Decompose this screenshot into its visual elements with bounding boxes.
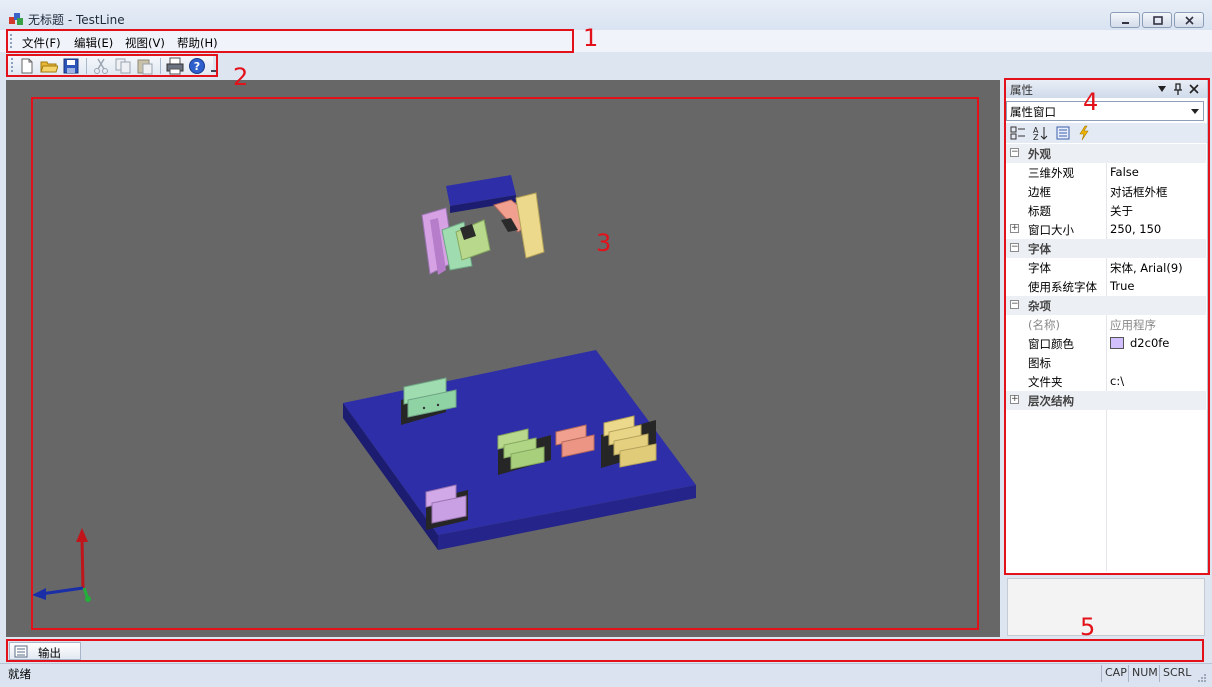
annotation-box-viewport: [31, 97, 979, 630]
annotation-number: 5: [1080, 613, 1096, 641]
window-title: 无标题 - TestLine: [28, 13, 125, 27]
resize-grip-icon[interactable]: [1197, 673, 1207, 683]
restore-icon: [1153, 16, 1163, 25]
close-icon: [1185, 16, 1194, 25]
annotation-number: 4: [1083, 88, 1099, 116]
restore-button[interactable]: [1142, 12, 1172, 28]
title-bar: [0, 0, 1212, 30]
close-button[interactable]: [1174, 12, 1204, 28]
annotation-number: 2: [233, 63, 249, 91]
property-description-panel: [1007, 578, 1205, 636]
annotation-number: 1: [583, 24, 599, 52]
minimize-button[interactable]: [1110, 12, 1140, 28]
annotation-number: 3: [596, 229, 612, 257]
minimize-icon: [1122, 22, 1129, 24]
annotation-box-toolbar: [6, 54, 218, 77]
app-icon: [9, 13, 23, 25]
scroll-indicator: SCRL: [1159, 665, 1193, 682]
num-indicator: NUM: [1128, 665, 1158, 682]
caps-indicator: CAP: [1101, 665, 1129, 682]
annotation-box-menu: [6, 29, 574, 53]
annotation-box-properties: [1004, 78, 1210, 575]
status-bar: [0, 663, 1212, 687]
status-text: 就绪: [8, 667, 31, 681]
annotation-box-output: [6, 639, 1204, 662]
